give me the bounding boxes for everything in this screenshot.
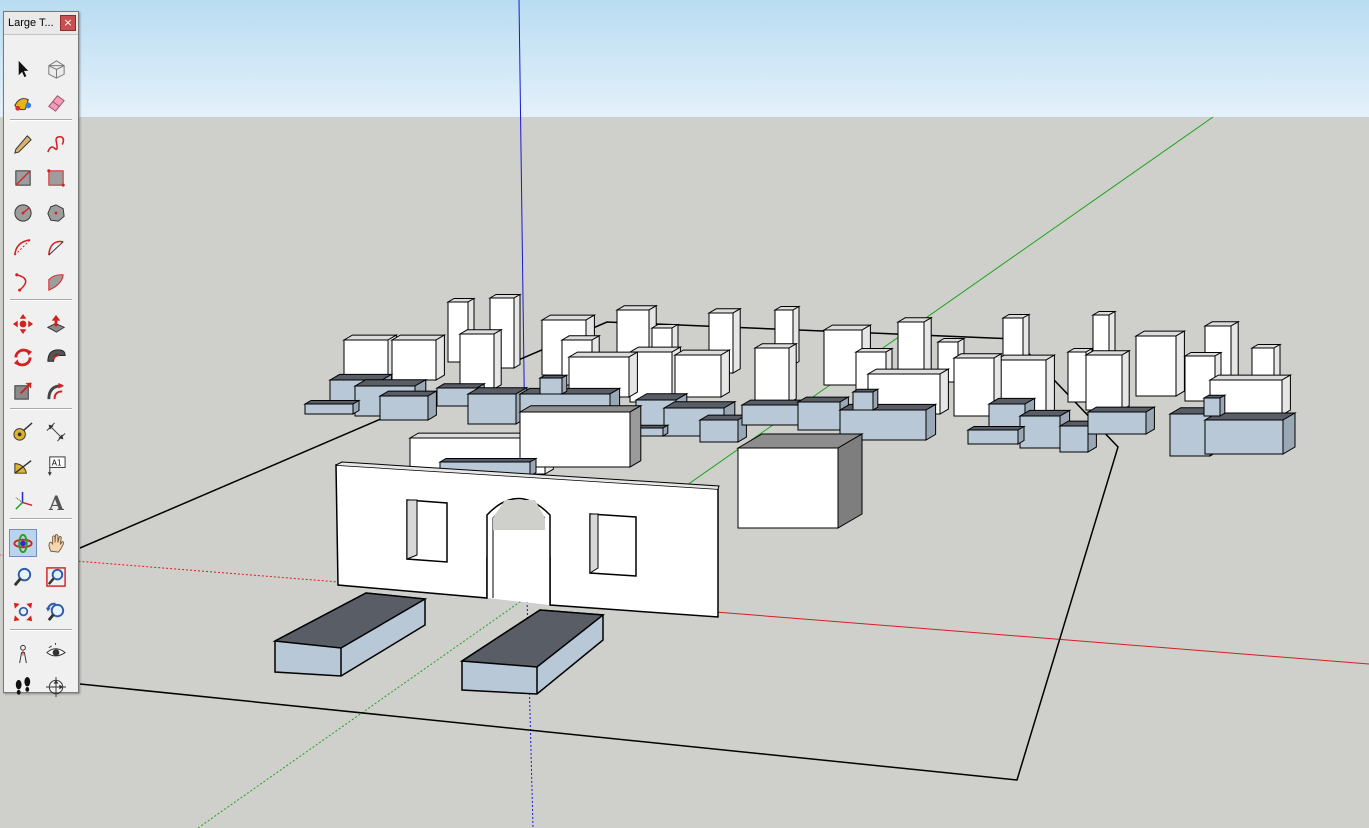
three-point-arc-tool-button[interactable] bbox=[9, 268, 37, 296]
previous-view-tool-button[interactable] bbox=[42, 598, 70, 626]
scale-tool-button[interactable] bbox=[9, 377, 37, 405]
move-tool-button[interactable] bbox=[9, 310, 37, 338]
paint-bucket-tool-button[interactable] bbox=[9, 89, 37, 117]
text-tool-button[interactable]: A1 bbox=[42, 452, 70, 480]
building-block bbox=[851, 388, 880, 411]
building-block bbox=[753, 342, 799, 404]
building-block bbox=[1086, 406, 1157, 435]
polygon-tool-button[interactable] bbox=[42, 199, 70, 227]
pan-tool-button[interactable] bbox=[42, 529, 70, 557]
building-block bbox=[740, 399, 809, 426]
3d-text-tool-button[interactable]: A bbox=[42, 487, 70, 515]
building-block bbox=[466, 386, 529, 425]
building-block bbox=[698, 414, 749, 443]
axes-tool-button[interactable] bbox=[9, 487, 37, 515]
look-around-tool-button[interactable] bbox=[42, 640, 70, 668]
palette-titlebar[interactable]: Large T... × bbox=[4, 12, 78, 35]
building-block bbox=[673, 349, 732, 398]
model-viewport[interactable] bbox=[0, 0, 1369, 828]
building-block bbox=[1203, 412, 1297, 455]
dimension-tool-button[interactable] bbox=[42, 418, 70, 446]
palette-title: Large T... bbox=[8, 17, 54, 29]
building-block bbox=[390, 334, 447, 381]
circle-tool-button[interactable] bbox=[9, 199, 37, 227]
rotated-rectangle-tool-button[interactable] bbox=[42, 164, 70, 192]
walk-tool-button[interactable] bbox=[9, 673, 37, 701]
building-block bbox=[736, 433, 864, 529]
orbit-tool-button[interactable] bbox=[9, 529, 37, 557]
position-camera-tool-button[interactable] bbox=[9, 640, 37, 668]
toolbar-separator bbox=[10, 518, 72, 520]
building-block bbox=[1134, 330, 1187, 397]
offset-tool-button[interactable] bbox=[42, 377, 70, 405]
building-block bbox=[378, 390, 439, 421]
push-pull-tool-button[interactable] bbox=[42, 310, 70, 338]
building-block bbox=[966, 425, 1026, 445]
eraser-tool-button[interactable] bbox=[42, 89, 70, 117]
arc-tool-button[interactable] bbox=[9, 233, 37, 261]
building-block bbox=[538, 374, 569, 395]
close-icon[interactable]: × bbox=[60, 15, 76, 31]
zoom-window-tool-button[interactable] bbox=[42, 563, 70, 591]
freehand-tool-button[interactable] bbox=[42, 130, 70, 158]
rotate-tool-button[interactable] bbox=[9, 343, 37, 371]
svg-text:A1: A1 bbox=[52, 459, 62, 468]
line-tool-button[interactable] bbox=[9, 130, 37, 158]
toolbar-separator bbox=[10, 408, 72, 410]
zoom-tool-button[interactable] bbox=[9, 563, 37, 591]
pie-tool-button[interactable] bbox=[42, 268, 70, 296]
rectangle-tool-button[interactable] bbox=[9, 164, 37, 192]
protractor-tool-button[interactable] bbox=[9, 452, 37, 480]
toolbar-separator bbox=[10, 119, 72, 121]
building-block bbox=[1084, 349, 1132, 411]
toolbar-separator bbox=[10, 629, 72, 631]
sky bbox=[0, 0, 1369, 117]
building-block bbox=[1202, 394, 1227, 417]
building-block bbox=[458, 328, 504, 390]
select-tool-button[interactable] bbox=[9, 55, 37, 83]
ground bbox=[0, 117, 1369, 828]
follow-me-tool-button[interactable] bbox=[42, 343, 70, 371]
make-component-tool-button[interactable] bbox=[42, 55, 70, 83]
svg-text:A: A bbox=[48, 492, 65, 512]
building-block bbox=[303, 399, 361, 415]
tape-measure-tool-button[interactable] bbox=[9, 418, 37, 446]
zoom-extents-tool-button[interactable] bbox=[9, 598, 37, 626]
two-point-arc-tool-button[interactable] bbox=[42, 233, 70, 261]
toolbar-separator bbox=[10, 299, 72, 301]
large-tool-set-palette[interactable]: Large T... × A1 A bbox=[3, 11, 79, 698]
building-block bbox=[518, 404, 643, 468]
section-plane-tool-button[interactable] bbox=[42, 673, 70, 701]
